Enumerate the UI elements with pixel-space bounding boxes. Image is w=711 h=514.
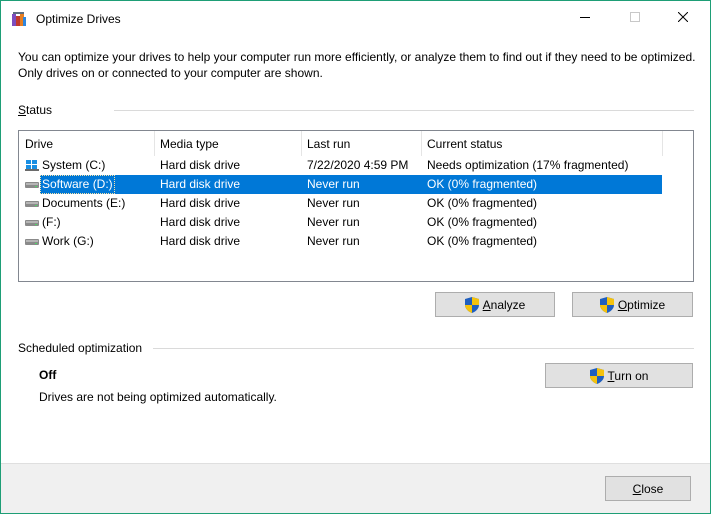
window-title: Optimize Drives: [36, 12, 121, 26]
minimize-button[interactable]: [562, 1, 608, 33]
hard-drive-icon: [25, 239, 39, 245]
status-label-rest: tatus: [26, 103, 53, 117]
close-label-rest: lose: [641, 481, 664, 496]
title-bar: Optimize Drives: [1, 1, 710, 37]
drive-name: (F:): [42, 215, 61, 229]
hard-drive-icon: [25, 220, 39, 226]
optimize-drives-window: Optimize Drives You can optimize your dr…: [0, 0, 711, 514]
close-window-button[interactable]: [660, 1, 706, 33]
drive-current-status: OK (0% fragmented): [427, 177, 538, 191]
drive-current-status: Needs optimization (17% fragmented): [427, 158, 629, 172]
scheduled-divider: [153, 348, 694, 349]
uac-shield-icon: [464, 296, 479, 313]
drive-last-run: Never run: [307, 196, 360, 210]
drive-name: Documents (E:): [42, 196, 126, 210]
turn-on-button[interactable]: Turn on: [545, 363, 693, 388]
drive-row-d[interactable]: Software (D:) Hard disk drive Never run …: [19, 175, 693, 194]
column-header-current-status[interactable]: Current status: [421, 131, 662, 156]
drive-row-f[interactable]: (F:) Hard disk drive Never run OK (0% fr…: [19, 213, 693, 232]
schedule-description: Drives are not being optimized automatic…: [39, 390, 277, 404]
analyze-accesskey: A: [482, 297, 491, 312]
optimize-button[interactable]: Optimize: [572, 292, 693, 317]
close-icon: [678, 12, 688, 22]
turn-on-label-rest: urn on: [614, 368, 649, 383]
analyze-label: Analyze: [483, 298, 526, 312]
uac-shield-icon: [589, 367, 604, 384]
column-header-drive[interactable]: Drive: [19, 131, 154, 156]
uac-shield-icon: [599, 296, 614, 313]
schedule-state: Off: [39, 368, 57, 382]
status-divider: [114, 110, 694, 111]
drive-current-status: OK (0% fragmented): [427, 196, 538, 210]
drive-media-type: Hard disk drive: [160, 215, 241, 229]
drive-row-c[interactable]: System (C:) Hard disk drive 7/22/2020 4:…: [19, 156, 693, 175]
system-drive-icon: [25, 160, 39, 171]
optimize-accesskey: O: [617, 297, 628, 312]
minimize-icon: [580, 17, 590, 18]
drive-media-type: Hard disk drive: [160, 234, 241, 248]
maximize-button[interactable]: [612, 1, 658, 33]
optimize-label: Optimize: [618, 298, 665, 312]
scheduled-section-label: Scheduled optimization: [18, 341, 143, 355]
maximize-icon: [630, 12, 640, 22]
analyze-label-rest: nalyze: [490, 297, 526, 312]
drive-last-run: 7/22/2020 4:59 PM: [307, 158, 409, 172]
drives-list-header: Drive Media type Last run Current status: [19, 131, 693, 156]
drive-media-type: Hard disk drive: [160, 177, 241, 191]
drive-last-run: Never run: [307, 234, 360, 248]
dialog-footer: Close: [1, 463, 710, 513]
drive-current-status: OK (0% fragmented): [427, 234, 538, 248]
drives-list[interactable]: Drive Media type Last run Current status…: [18, 130, 694, 282]
column-divider[interactable]: [662, 131, 663, 156]
analyze-button[interactable]: Analyze: [435, 292, 555, 317]
column-header-media-type[interactable]: Media type: [154, 131, 301, 156]
drive-name: System (C:): [42, 158, 106, 172]
drive-media-type: Hard disk drive: [160, 196, 241, 210]
drive-row-g[interactable]: Work (G:) Hard disk drive Never run OK (…: [19, 232, 693, 251]
status-section-label: Status: [18, 103, 52, 117]
optimize-label-rest: ptimize: [627, 297, 666, 312]
drive-row-e[interactable]: Documents (E:) Hard disk drive Never run…: [19, 194, 693, 213]
drive-current-status: OK (0% fragmented): [427, 215, 538, 229]
column-header-last-run[interactable]: Last run: [301, 131, 421, 156]
drive-media-type: Hard disk drive: [160, 158, 241, 172]
close-label: Close: [633, 482, 664, 496]
hard-drive-icon: [25, 182, 39, 188]
turn-on-label: Turn on: [608, 369, 649, 383]
defrag-app-icon: [12, 12, 26, 26]
intro-text: You can optimize your drives to help you…: [18, 50, 696, 80]
drive-name: Software (D:): [42, 177, 113, 191]
drive-last-run: Never run: [307, 177, 360, 191]
drive-last-run: Never run: [307, 215, 360, 229]
status-label-accesskey: S: [18, 103, 27, 117]
close-button[interactable]: Close: [605, 476, 691, 501]
drive-name: Work (G:): [42, 234, 94, 248]
hard-drive-icon: [25, 201, 39, 207]
